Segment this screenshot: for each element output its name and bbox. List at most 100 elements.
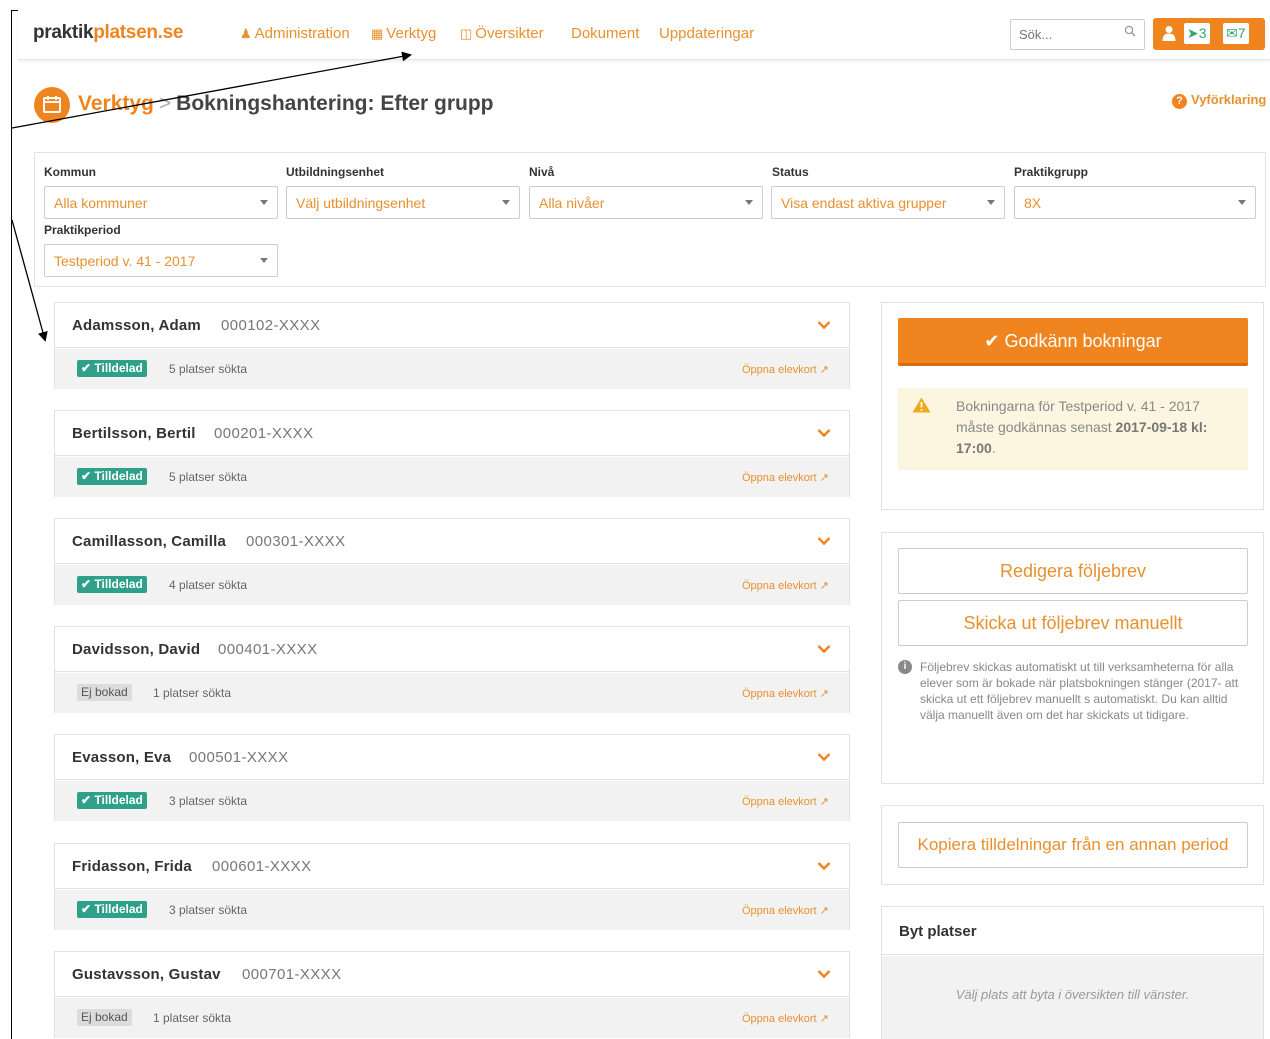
open-student-card-link[interactable]: Öppna elevkort ↗ bbox=[742, 363, 829, 376]
praktikgrupp-select[interactable]: 8X bbox=[1014, 186, 1256, 219]
niva-value: Alla nivåer bbox=[539, 195, 605, 211]
praktikperiod-label: Praktikperiod bbox=[44, 223, 121, 237]
chevron-down-icon[interactable] bbox=[817, 428, 831, 438]
approve-bookings-label: Godkänn bokningar bbox=[1004, 331, 1162, 351]
student-header[interactable]: Camillasson, Camilla 000301-XXXX bbox=[55, 519, 849, 564]
pin-count: 3 bbox=[1198, 25, 1207, 41]
chevron-down-icon[interactable] bbox=[817, 320, 831, 330]
student-header[interactable]: Gustavsson, Gustav 000701-XXXX bbox=[55, 952, 849, 997]
status-value: Visa endast aktiva grupper bbox=[781, 195, 947, 211]
status-select[interactable]: Visa endast aktiva grupper bbox=[771, 186, 1005, 219]
external-link-icon: ↗ bbox=[819, 688, 829, 700]
kommun-select[interactable]: Alla kommuner bbox=[44, 186, 278, 219]
nav-item-uppdateringar[interactable]: Uppdateringar bbox=[659, 25, 754, 42]
external-link-icon: ↗ bbox=[819, 580, 829, 592]
nav-item-dokument[interactable]: Dokument bbox=[571, 25, 639, 42]
open-student-card-link[interactable]: Öppna elevkort ↗ bbox=[742, 795, 829, 808]
caret-down-icon bbox=[260, 258, 268, 263]
calendar-icon: ▦ bbox=[371, 26, 384, 41]
user-icon: ♟ bbox=[240, 26, 252, 41]
edit-letter-button[interactable]: Redigera följebrev bbox=[898, 548, 1248, 594]
calendar-circle-icon bbox=[34, 87, 70, 123]
nav-item-label: Dokument bbox=[571, 25, 640, 42]
chevron-down-icon[interactable] bbox=[817, 644, 831, 654]
swap-panel-header: Byt platser bbox=[882, 907, 1263, 955]
nav-item-label: Uppdateringar bbox=[659, 25, 755, 42]
pin-icon: ➤ bbox=[1187, 25, 1199, 41]
brand-logo-part2: platsen.se bbox=[93, 22, 184, 43]
student-pnr: 000601-XXXX bbox=[212, 858, 312, 875]
student-name: Evasson, Eva bbox=[72, 749, 172, 766]
edit-letter-label: Redigera följebrev bbox=[999, 561, 1147, 581]
nav-item-verktyg[interactable]: ▦ Verktyg bbox=[371, 25, 436, 42]
places-count: 4 platser sökta bbox=[169, 578, 248, 592]
student-footer: ✔ Tilldelad 5 platser sökta Öppna elevko… bbox=[55, 349, 849, 389]
nav-item-label: Översikter bbox=[475, 25, 544, 42]
question-icon: ? bbox=[1172, 94, 1187, 109]
nav-item-administration[interactable]: ♟ Administration bbox=[240, 25, 350, 42]
open-student-card-link[interactable]: Öppna elevkort ↗ bbox=[742, 904, 829, 917]
student-header[interactable]: Davidsson, David 000401-XXXX bbox=[55, 627, 849, 672]
send-letter-label: Skicka ut följebrev manuellt bbox=[963, 613, 1183, 633]
places-count: 5 platser sökta bbox=[169, 362, 248, 376]
chevron-down-icon[interactable] bbox=[817, 861, 831, 871]
student-panel: Bertilsson, Bertil 000201-XXXX ✔ Tilldel… bbox=[54, 410, 850, 497]
breadcrumb-separator: > bbox=[158, 92, 172, 115]
breadcrumb-verktyg[interactable]: Verktyg bbox=[78, 92, 154, 115]
student-panel: Camillasson, Camilla 000301-XXXX ✔ Tilld… bbox=[54, 518, 850, 605]
status-badge: ✔ Tilldelad bbox=[77, 901, 147, 918]
open-student-card-link[interactable]: Öppna elevkort ↗ bbox=[742, 471, 829, 484]
nav-item-oversikter[interactable]: ◫ Översikter bbox=[460, 25, 544, 42]
brand-logo[interactable]: praktikplatsen.se bbox=[33, 22, 183, 44]
mail-notification-badge[interactable]: ✉7 bbox=[1223, 23, 1249, 44]
page-title: Verktyg > Bokningshantering: Efter grupp bbox=[78, 92, 493, 116]
chevron-down-icon[interactable] bbox=[817, 969, 831, 979]
filter-panel: Kommun Alla kommuner Utbildningsenhet Vä… bbox=[34, 152, 1266, 287]
student-footer: ✔ Tilldelad 4 platser sökta Öppna elevko… bbox=[55, 565, 849, 605]
pin-notification-badge[interactable]: ➤3 bbox=[1184, 23, 1210, 44]
praktikgrupp-label: Praktikgrupp bbox=[1014, 165, 1089, 179]
enhet-select[interactable]: Välj utbildningsenhet bbox=[286, 186, 520, 219]
student-header[interactable]: Adamsson, Adam 000102-XXXX bbox=[55, 303, 849, 348]
status-badge: ✔ Tilldelad bbox=[77, 576, 147, 593]
enhet-value: Välj utbildningsenhet bbox=[296, 195, 426, 211]
approve-bookings-button[interactable]: ✔ Godkänn bokningar bbox=[898, 318, 1248, 366]
help-link[interactable]: ? Vyförklaring bbox=[1172, 92, 1266, 109]
swap-panel-title: Byt platser bbox=[899, 923, 977, 940]
praktikperiod-select[interactable]: Testperiod v. 41 - 2017 bbox=[44, 244, 278, 277]
copy-assignments-button[interactable]: Kopiera tilldelningar från en annan peri… bbox=[898, 822, 1248, 868]
kommun-value: Alla kommuner bbox=[54, 195, 148, 211]
external-link-icon: ↗ bbox=[819, 1013, 829, 1025]
student-header[interactable]: Evasson, Eva 000501-XXXX bbox=[55, 735, 849, 780]
places-count: 3 platser sökta bbox=[169, 794, 248, 808]
chevron-down-icon[interactable] bbox=[817, 752, 831, 762]
student-panel: Evasson, Eva 000501-XXXX ✔ Tilldelad 3 p… bbox=[54, 734, 850, 821]
enhet-label: Utbildningsenhet bbox=[286, 165, 384, 179]
user-menu-icon[interactable] bbox=[1162, 25, 1176, 41]
caret-down-icon bbox=[260, 200, 268, 205]
search-icon[interactable] bbox=[1124, 25, 1136, 37]
kommun-label: Kommun bbox=[44, 165, 96, 179]
student-name: Gustavsson, Gustav bbox=[72, 966, 221, 983]
open-student-card-link[interactable]: Öppna elevkort ↗ bbox=[742, 687, 829, 700]
student-pnr: 000701-XXXX bbox=[242, 966, 342, 983]
chevron-down-icon[interactable] bbox=[817, 536, 831, 546]
student-pnr: 000301-XXXX bbox=[246, 533, 346, 550]
open-student-card-link[interactable]: Öppna elevkort ↗ bbox=[742, 1012, 829, 1025]
status-badge: ✔ Tilldelad bbox=[77, 468, 147, 485]
external-link-icon: ↗ bbox=[819, 364, 829, 376]
student-panel: Fridasson, Frida 000601-XXXX ✔ Tilldelad… bbox=[54, 843, 850, 930]
send-letter-manually-button[interactable]: Skicka ut följebrev manuellt bbox=[898, 600, 1248, 646]
niva-select[interactable]: Alla nivåer bbox=[529, 186, 763, 219]
student-panel: Adamsson, Adam 000102-XXXX ✔ Tilldelad 5… bbox=[54, 302, 850, 389]
student-header[interactable]: Bertilsson, Bertil 000201-XXXX bbox=[55, 411, 849, 456]
student-header[interactable]: Fridasson, Frida 000601-XXXX bbox=[55, 844, 849, 889]
open-student-card-link[interactable]: Öppna elevkort ↗ bbox=[742, 579, 829, 592]
annotation-frame-line bbox=[11, 10, 12, 1039]
praktikgrupp-value: 8X bbox=[1024, 195, 1042, 211]
status-badge: Ej bokad bbox=[77, 684, 132, 701]
copy-assignments-label: Kopiera tilldelningar från en annan peri… bbox=[917, 835, 1229, 854]
external-link-icon: ↗ bbox=[819, 472, 829, 484]
student-name: Camillasson, Camilla bbox=[72, 533, 227, 550]
caret-down-icon bbox=[987, 200, 995, 205]
